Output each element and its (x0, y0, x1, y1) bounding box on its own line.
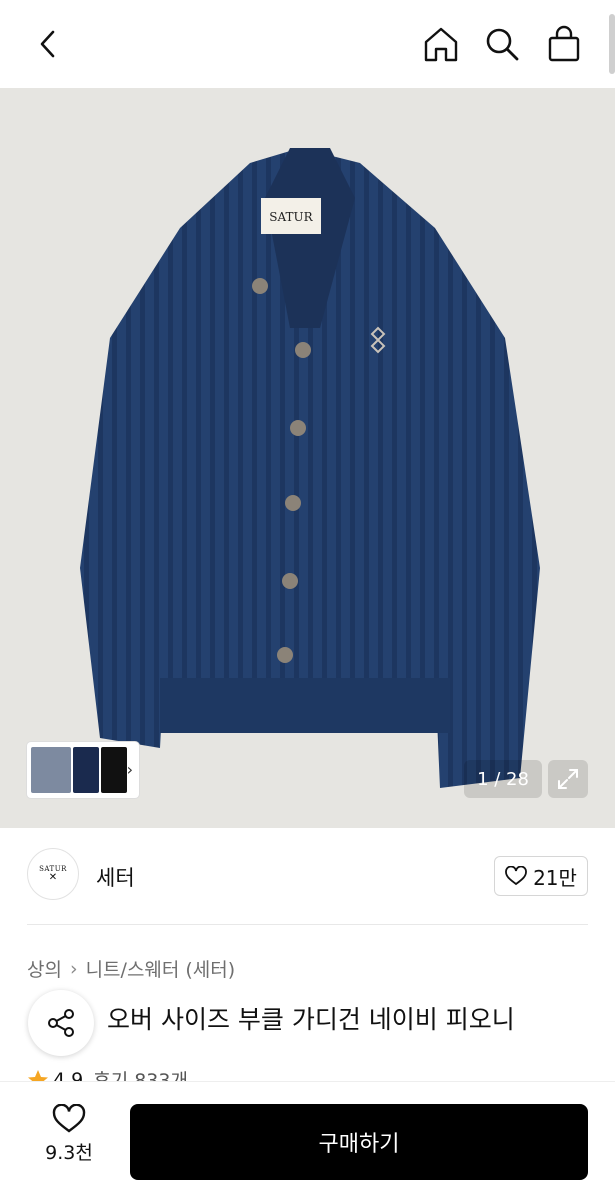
cart-button[interactable] (542, 22, 586, 66)
shopping-bag-icon (548, 25, 580, 62)
brand-row: SATUR ✕ 세터 21만 (27, 848, 588, 904)
wishlist-button[interactable]: 9.3천 (28, 1104, 110, 1174)
product-image: SATUR (80, 148, 540, 788)
product-title: 오버 사이즈 부클 가디건 네이비 피오니 (27, 1000, 515, 1036)
thumbnail-next-icon[interactable]: › (127, 760, 133, 779)
breadcrumb-level1[interactable]: 상의 (27, 955, 62, 982)
chevron-left-icon (40, 30, 55, 58)
divider (27, 924, 588, 925)
product-title-text: 오버 사이즈 부클 가디건 네이비 피오니 (107, 1005, 515, 1034)
breadcrumb-level3[interactable]: (세터) (185, 955, 235, 982)
brand-like-count: 21만 (533, 865, 577, 890)
share-button[interactable] (28, 990, 94, 1056)
product-label-text: SATUR (269, 210, 313, 224)
wishlist-count: 9.3천 (45, 1142, 93, 1164)
scroll-indicator (609, 14, 615, 74)
thumbnail-strip[interactable]: › (27, 742, 139, 798)
thumbnail-2[interactable] (73, 747, 99, 793)
share-icon (48, 1009, 74, 1037)
home-icon (424, 27, 458, 62)
brand-emblem-icon: ✕ (48, 872, 58, 883)
product-image-gallery[interactable]: SATUR › 1 / 28 (0, 88, 615, 828)
expand-icon (558, 769, 578, 789)
brand-logo[interactable]: SATUR ✕ (27, 848, 79, 900)
breadcrumb-level2[interactable]: 니트/스웨터 (86, 955, 180, 982)
search-button[interactable] (480, 22, 524, 66)
bottom-action-bar: 9.3천 구매하기 (0, 1082, 615, 1200)
heart-icon (505, 866, 527, 886)
buy-button[interactable]: 구매하기 (130, 1104, 588, 1180)
thumbnail-1[interactable] (31, 747, 71, 793)
brand-name[interactable]: 세터 (96, 862, 135, 892)
top-navigation-bar (0, 0, 615, 88)
breadcrumb: 상의 › 니트/스웨터 (세터) (27, 955, 235, 982)
image-counter: 1 / 28 (464, 760, 542, 798)
home-button[interactable] (419, 22, 463, 66)
chevron-right-icon: › (69, 957, 78, 980)
back-button[interactable] (26, 22, 70, 66)
search-icon (486, 28, 519, 61)
heart-icon (52, 1104, 86, 1133)
brand-like-button[interactable]: 21만 (494, 856, 588, 896)
thumbnail-3[interactable] (101, 747, 127, 793)
expand-button[interactable] (548, 760, 588, 798)
